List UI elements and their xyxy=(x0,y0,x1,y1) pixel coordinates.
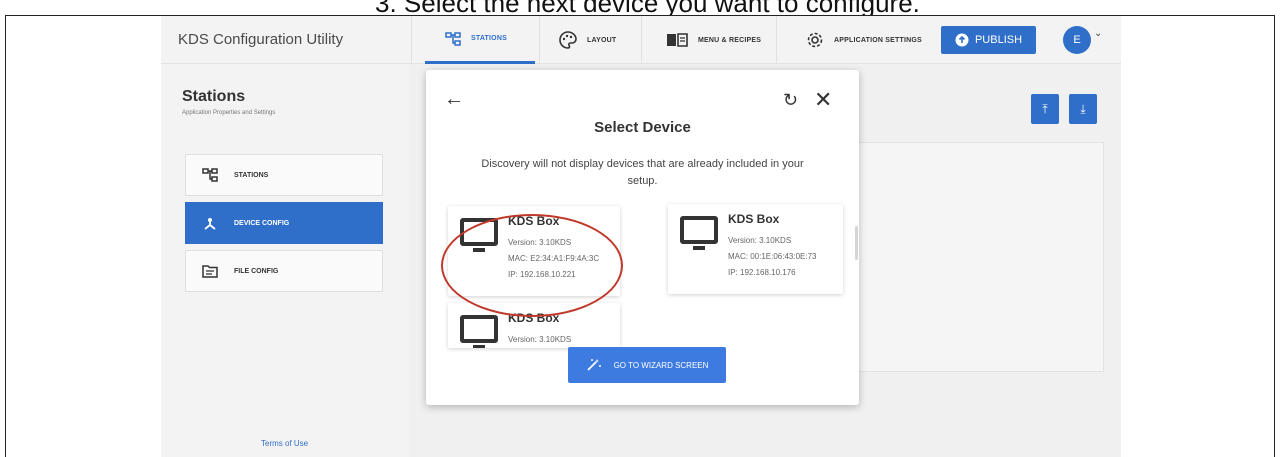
dialog-description: Discovery will not display devices that … xyxy=(481,158,804,187)
refresh-icon[interactable]: ↻ xyxy=(783,90,798,111)
device-name: KDS Box xyxy=(728,212,780,226)
monitor-icon xyxy=(460,315,498,348)
device-card[interactable]: KDS Box Version: 3.10KDS MAC: 00:1E:06:4… xyxy=(668,204,843,294)
back-arrow-icon[interactable]: ← xyxy=(444,88,464,111)
page: 3. Select the next device you want to co… xyxy=(0,0,1284,457)
device-ip: IP: 192.168.10.176 xyxy=(728,268,796,277)
device-version: Version: 3.10KDS xyxy=(508,335,572,344)
magic-wand-icon xyxy=(586,359,601,371)
wizard-label: GO TO WIZARD SCREEN xyxy=(613,360,709,370)
device-mac: MAC: 00:1E:06:43:0E:73 xyxy=(728,252,817,261)
go-to-wizard-button[interactable]: GO TO WIZARD SCREEN xyxy=(568,347,726,383)
close-icon[interactable]: ✕ xyxy=(814,87,832,113)
device-version: Version: 3.10KDS xyxy=(728,236,792,245)
screenshot-frame: KDS Configuration Utility STATIONS LAYOU… xyxy=(5,15,1275,457)
highlight-ellipse xyxy=(441,214,623,317)
modal-overlay: ← ↻ ✕ Select Device Discovery will not d… xyxy=(6,16,1274,457)
dialog-title: Select Device xyxy=(594,119,691,136)
monitor-icon xyxy=(680,216,718,250)
scrollbar[interactable] xyxy=(855,226,858,260)
